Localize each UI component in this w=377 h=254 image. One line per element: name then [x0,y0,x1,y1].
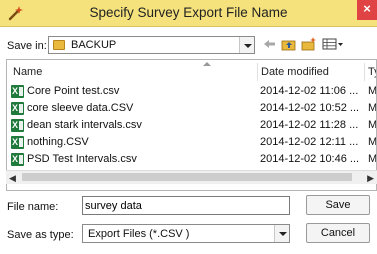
file-date: 2014-12-02 11:28 ... [260,119,359,131]
column-date-modified[interactable]: Date modified [261,66,329,78]
column-divider[interactable] [364,63,365,81]
file-type: M [368,153,377,165]
save-in-dropdown[interactable]: BACKUP [48,36,255,54]
window-title: Specify Survey Export File Name [89,5,288,20]
csv-file-icon [11,136,24,149]
save-button[interactable]: Save [306,195,370,215]
save-as-type-label: Save as type: [7,229,74,241]
file-type: M [368,136,377,148]
folder-icon [53,40,65,50]
cancel-button[interactable]: Cancel [306,223,370,243]
file-name: PSD Test Intervals.csv [27,153,137,165]
title-bar: Specify Survey Export File Name × [0,0,377,27]
list-item[interactable]: core sleeve data.CSV 2014-12-02 10:52 ..… [7,101,377,116]
new-folder-icon[interactable] [301,37,317,51]
file-date: 2014-12-02 11:06 ... [260,85,359,97]
file-type: M [368,102,377,114]
close-button[interactable]: × [357,0,377,20]
file-name: nothing.CSV [27,136,89,148]
column-type[interactable]: Ty [368,66,376,78]
file-name: core sleeve data.CSV [27,102,134,114]
file-name-input[interactable] [82,196,290,215]
scroll-thumb[interactable] [22,173,352,181]
scroll-right-icon[interactable]: ▶ [367,173,374,184]
list-item[interactable]: Core Point test.csv 2014-12-02 11:06 ...… [7,84,377,99]
file-name-label: File name: [7,201,59,213]
csv-file-icon [11,85,24,98]
chevron-down-icon[interactable] [239,37,254,53]
view-menu-icon[interactable] [322,37,344,51]
scroll-left-icon[interactable]: ◀ [9,173,16,184]
back-arrow-icon[interactable] [262,37,278,51]
sort-up-icon [203,62,211,66]
list-item[interactable]: dean stark intervals.csv 2014-12-02 11:2… [7,118,377,133]
file-date: 2014-12-02 10:46 ... [260,153,360,165]
chevron-down-icon[interactable] [274,225,289,242]
list-item[interactable]: PSD Test Intervals.csv 2014-12-02 10:46 … [7,152,377,167]
csv-file-icon [11,153,24,166]
column-name[interactable]: Name [13,66,42,78]
file-type: M [368,85,377,97]
save-in-label: Save in: [7,40,47,52]
up-folder-icon[interactable] [281,37,297,51]
file-date: 2014-12-02 10:52 ... [260,102,360,114]
file-type: M [368,119,377,131]
save-as-type-dropdown[interactable]: Export Files (*.CSV ) [82,224,290,243]
file-date: 2014-12-02 12:11 ... [260,136,359,148]
csv-file-icon [11,119,24,132]
horizontal-scrollbar[interactable]: ◀ ▶ [6,170,377,184]
column-divider[interactable] [257,63,258,81]
csv-file-icon [11,102,24,115]
save-as-type-value: Export Files (*.CSV ) [88,228,190,240]
file-name: Core Point test.csv [27,85,120,97]
list-item[interactable]: nothing.CSV 2014-12-02 12:11 ... M [7,135,377,150]
save-in-value: BACKUP [71,39,117,51]
file-name: dean stark intervals.csv [27,119,142,131]
